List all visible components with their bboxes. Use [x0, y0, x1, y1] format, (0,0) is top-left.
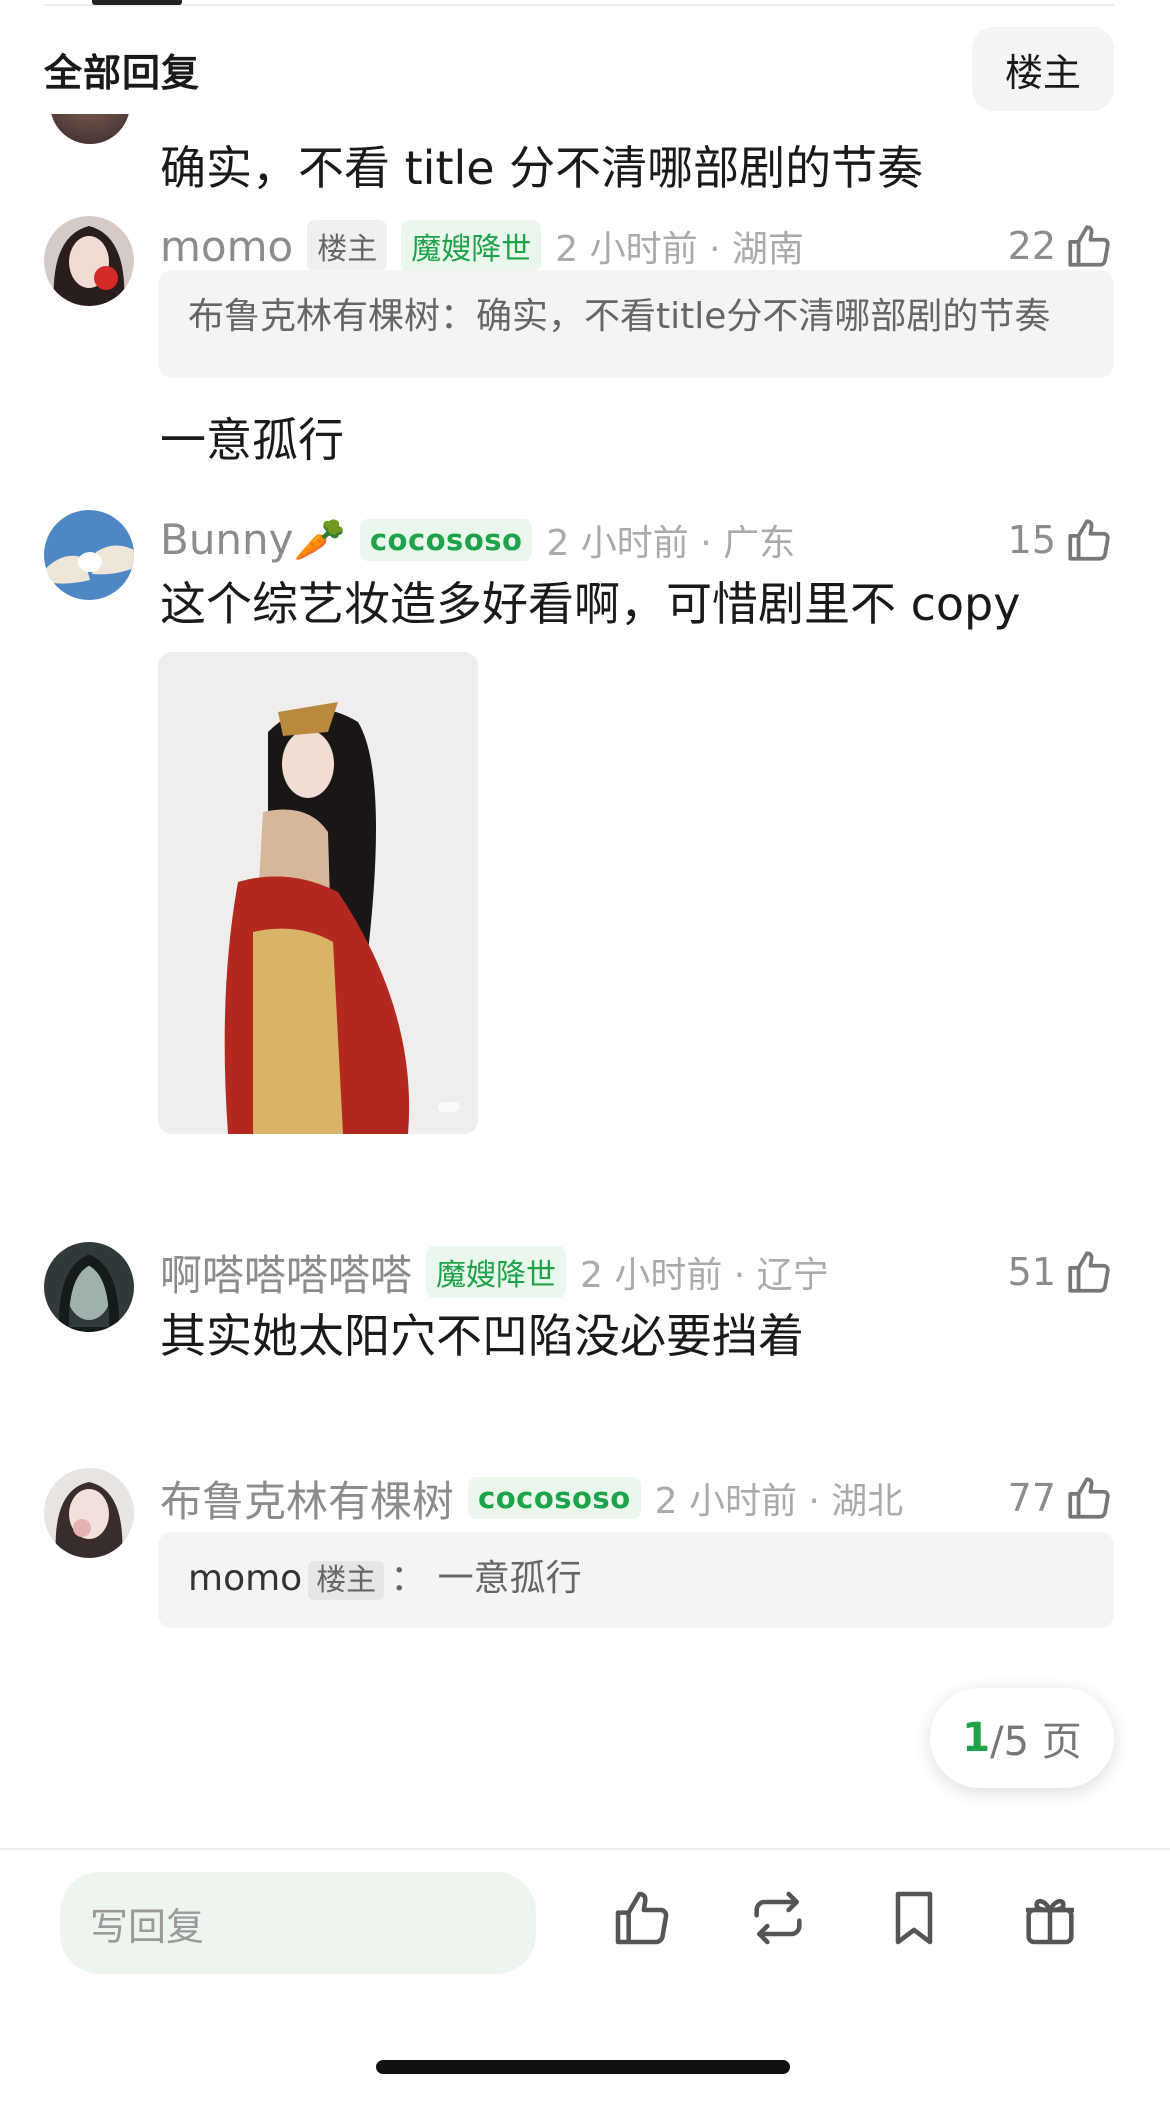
username[interactable]: 布鲁克林有棵树	[160, 1468, 454, 1529]
comment-meta: momo 楼主 魔嫂降世 2 小时前 · 湖南	[160, 216, 1114, 276]
fan-badge[interactable]: cocososo	[359, 519, 533, 561]
replies-header: 全部回复 楼主	[44, 24, 1114, 114]
owner-only-button[interactable]: 楼主	[972, 27, 1114, 111]
quoted-reply[interactable]: momo 楼主： 一意孤行	[158, 1532, 1114, 1628]
owner-badge: 楼主	[307, 220, 388, 272]
page-total: /5 页	[990, 1719, 1082, 1765]
fan-badge[interactable]: cocososo	[468, 1477, 641, 1519]
timestamp: 2 小时前 · 湖北	[654, 1481, 904, 1522]
like-count: 51	[1007, 1250, 1056, 1294]
comment-text: 这个综艺妆造多好看啊，可惜剧里不 copy	[160, 577, 1021, 631]
username[interactable]: 啊嗒嗒嗒嗒嗒	[160, 1242, 412, 1303]
home-indicator[interactable]	[376, 2060, 790, 2074]
active-tab-indicator	[92, 0, 182, 5]
like-button[interactable]: 51	[1008, 1242, 1114, 1302]
avatar[interactable]	[44, 1242, 134, 1332]
quote-text: ： 一意孤行	[390, 1558, 582, 1599]
comment-meta: 布鲁克林有棵树 cocososo 2 小时前 · 湖北	[160, 1468, 1114, 1528]
comment-meta: Bunny🥕 cocososo 2 小时前 · 广东	[160, 510, 1114, 570]
like-button[interactable]: 77	[1008, 1468, 1114, 1528]
quoted-reply[interactable]: 布鲁克林有棵树：确实，不看title分不清哪部剧的节奏	[158, 270, 1114, 378]
thumbs-up-icon	[1068, 225, 1110, 267]
gift-icon[interactable]	[1018, 1886, 1082, 1950]
like-count: 15	[1007, 518, 1056, 562]
username[interactable]: Bunny🥕	[160, 515, 346, 565]
like-button[interactable]: 15	[1008, 510, 1114, 570]
thumbs-up-icon	[1068, 519, 1110, 561]
timestamp: 2 小时前 · 湖南	[555, 229, 804, 270]
bottom-action-bar: 写回复	[0, 1848, 1170, 2112]
current-page: 1	[962, 1715, 991, 1761]
fan-badge[interactable]: 魔嫂降世	[426, 1246, 567, 1298]
timestamp: 2 小时前 · 广东	[546, 523, 796, 564]
top-divider	[44, 4, 1114, 6]
quote-text: 布鲁克林有棵树：确实，不看title分不清哪部剧的节奏	[188, 296, 1051, 337]
like-button[interactable]: 22	[1008, 216, 1114, 276]
thumbs-up-icon	[1068, 1251, 1110, 1293]
page-indicator[interactable]: 1/5 页	[930, 1688, 1114, 1788]
quote-username: momo	[188, 1558, 303, 1599]
repost-icon[interactable]	[746, 1886, 810, 1950]
like-count: 77	[1007, 1476, 1056, 1520]
reply-input[interactable]: 写回复	[60, 1872, 536, 1974]
timestamp: 2 小时前 · 辽宁	[580, 1255, 829, 1296]
avatar[interactable]	[44, 216, 134, 306]
avatar[interactable]	[44, 1468, 134, 1558]
comment-text: 其实她太阳穴不凹陷没必要挡着	[160, 1309, 804, 1363]
avatar[interactable]	[50, 114, 130, 144]
bookmark-icon[interactable]	[882, 1886, 946, 1950]
thumbs-up-icon	[1068, 1477, 1110, 1519]
owner-badge: 楼主	[308, 1561, 385, 1600]
comment-meta: 啊嗒嗒嗒嗒嗒 魔嫂降世 2 小时前 · 辽宁	[160, 1242, 1114, 1302]
comment-feed[interactable]: 确实，不看 title 分不清哪部剧的节奏 momo 楼主 魔嫂降世 2 小时前…	[0, 114, 1170, 1848]
comment-image[interactable]	[158, 652, 478, 1134]
like-count: 22	[1007, 224, 1056, 268]
avatar[interactable]	[44, 510, 134, 600]
comment-text: 确实，不看 title 分不清哪部剧的节奏	[160, 141, 924, 195]
fan-badge[interactable]: 魔嫂降世	[401, 220, 542, 272]
thumbs-up-icon[interactable]	[610, 1886, 674, 1950]
username[interactable]: momo	[160, 222, 293, 271]
comment-text: 一意孤行	[160, 413, 344, 467]
page-title: 全部回复	[44, 50, 201, 95]
